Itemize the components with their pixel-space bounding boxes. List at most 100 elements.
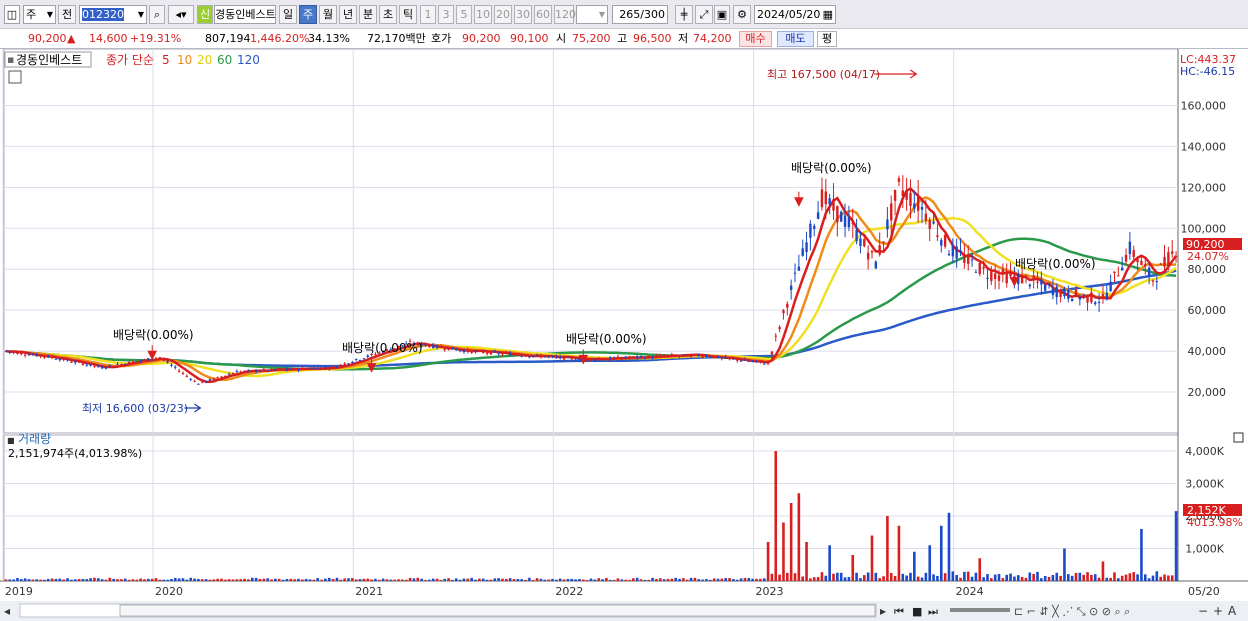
volume-bar bbox=[1124, 574, 1128, 581]
hc-label: HC:-46.15 bbox=[1180, 65, 1235, 78]
candle-body bbox=[131, 361, 135, 364]
interval-120[interactable]: 120 bbox=[554, 5, 576, 24]
prev-button[interactable]: 전 bbox=[58, 5, 76, 24]
stop-icon[interactable]: ■ bbox=[912, 605, 922, 618]
zoom-in-icon[interactable]: + bbox=[1213, 604, 1223, 618]
volume-bar bbox=[658, 578, 662, 581]
stock-chart[interactable]: 160,000 140,000 120,000 100,000 80,000 60,000… bbox=[0, 49, 1248, 621]
interval-20[interactable]: 20 bbox=[494, 5, 512, 24]
tab-year[interactable]: 년 bbox=[339, 5, 357, 24]
chart-menu-icon[interactable]: ◫ bbox=[4, 5, 20, 24]
volume-bar bbox=[1043, 575, 1047, 581]
candle-body bbox=[967, 254, 970, 264]
eval-button[interactable]: 평 bbox=[817, 31, 837, 47]
code-input[interactable]: 012320 ▼ bbox=[79, 5, 147, 24]
candle-body bbox=[1147, 267, 1151, 277]
candle-body bbox=[978, 262, 981, 274]
tab-week[interactable]: 주 bbox=[299, 5, 317, 24]
save-icon[interactable]: ▣ bbox=[714, 5, 730, 24]
settings-icon[interactable]: ⚙ bbox=[733, 5, 751, 24]
period-select[interactable]: 주 ▼ bbox=[23, 5, 56, 24]
buy-button[interactable]: 매수 bbox=[739, 31, 772, 47]
tab-day[interactable]: 일 bbox=[279, 5, 297, 24]
volume-close-icon[interactable] bbox=[1233, 432, 1244, 443]
volume-bar bbox=[335, 577, 339, 581]
volume-bar bbox=[362, 578, 366, 581]
ma-120-label: 120 bbox=[237, 53, 260, 67]
volume-bar bbox=[920, 577, 924, 581]
interval-1[interactable]: 1 bbox=[420, 5, 436, 24]
candle-body bbox=[301, 367, 304, 369]
candle-body bbox=[1174, 255, 1178, 257]
volume-bar bbox=[982, 577, 985, 581]
speed-slider[interactable] bbox=[950, 608, 1010, 612]
volume-bar bbox=[562, 579, 566, 581]
scrollbar-thumb[interactable] bbox=[119, 604, 876, 617]
candle-body bbox=[135, 361, 138, 363]
volume-bar bbox=[1170, 575, 1174, 581]
interval-30[interactable]: 30 bbox=[514, 5, 532, 24]
speaker-icon[interactable]: ◂▾ bbox=[168, 5, 194, 24]
candle-body bbox=[612, 357, 616, 359]
volume-panel-frame bbox=[3, 434, 1179, 582]
rewind-icon[interactable]: ⏮ bbox=[894, 605, 904, 618]
volume-bar bbox=[766, 542, 770, 581]
volume-bar bbox=[297, 578, 300, 581]
tab-minute[interactable]: 분 bbox=[359, 5, 377, 24]
candle-body bbox=[66, 359, 69, 361]
tab-second[interactable]: 초 bbox=[379, 5, 397, 24]
tab-tick[interactable]: 틱 bbox=[399, 5, 417, 24]
ma-20-label: 20 bbox=[197, 53, 212, 67]
candle-body bbox=[559, 356, 562, 358]
candle-body bbox=[609, 357, 612, 360]
year-label: 2024 bbox=[956, 585, 984, 598]
volume-bar bbox=[8, 579, 12, 581]
candle-body bbox=[189, 378, 192, 380]
candle-body bbox=[347, 363, 350, 365]
candle-body bbox=[859, 238, 862, 247]
open-price: 75,200 bbox=[572, 32, 611, 45]
candle-body bbox=[485, 352, 489, 354]
interval-3[interactable]: 3 bbox=[438, 5, 454, 24]
tab-month[interactable]: 월 bbox=[319, 5, 337, 24]
volume-bar bbox=[408, 577, 412, 581]
scroll-right-icon[interactable]: ▸ bbox=[880, 604, 886, 618]
volume-pct: 1,446.20% bbox=[250, 32, 310, 45]
interval-custom-select[interactable]: ▼ bbox=[576, 5, 608, 24]
volume-bar bbox=[1074, 572, 1078, 581]
volume-bar bbox=[73, 579, 77, 581]
volume-bar bbox=[1086, 572, 1089, 581]
draw-tool-icon[interactable]: ⤢ bbox=[695, 5, 713, 24]
candle-body bbox=[924, 213, 928, 221]
volume-bar bbox=[412, 578, 416, 581]
date-input[interactable]: 2024/05/20 ▦ bbox=[754, 5, 836, 24]
count-input[interactable]: 265/300 bbox=[612, 5, 668, 24]
interval-5[interactable]: 5 bbox=[456, 5, 472, 24]
forward-icon[interactable]: ⏭ bbox=[928, 605, 938, 618]
calendar-icon[interactable]: ▦ bbox=[823, 6, 833, 23]
interval-10[interactable]: 10 bbox=[474, 5, 492, 24]
table-icon[interactable] bbox=[8, 70, 22, 84]
interval-60[interactable]: 60 bbox=[534, 5, 552, 24]
volume-bar bbox=[682, 578, 685, 581]
candle-body bbox=[782, 310, 785, 314]
candle-body bbox=[497, 352, 500, 354]
candle-body bbox=[539, 355, 543, 358]
candle-body bbox=[555, 356, 558, 358]
search-icon[interactable]: ⌕ bbox=[149, 5, 165, 24]
candle-body bbox=[770, 351, 774, 355]
candle-body bbox=[1155, 281, 1159, 283]
volume-bar bbox=[647, 579, 651, 581]
volume-bar bbox=[1070, 575, 1074, 581]
zoom-out-icon[interactable]: − bbox=[1198, 604, 1208, 618]
volume-bar bbox=[31, 579, 35, 581]
auto-scale-icon[interactable]: A bbox=[1228, 604, 1237, 618]
scroll-left-icon[interactable]: ◂ bbox=[4, 604, 10, 618]
volume-bar bbox=[123, 578, 127, 581]
drawing-tools-icons[interactable]: ⊏ ⌐ ⇵ ╳ ⋰ ⤡ ⊙ ⊘ ⌕ ⌕ bbox=[1014, 604, 1130, 618]
volume-bar bbox=[89, 578, 92, 581]
candle-type-icon[interactable]: ╪ bbox=[675, 5, 693, 24]
high-price: 96,500 bbox=[633, 32, 672, 45]
sell-button[interactable]: 매도 bbox=[777, 31, 814, 47]
volume-bar bbox=[1155, 571, 1159, 581]
